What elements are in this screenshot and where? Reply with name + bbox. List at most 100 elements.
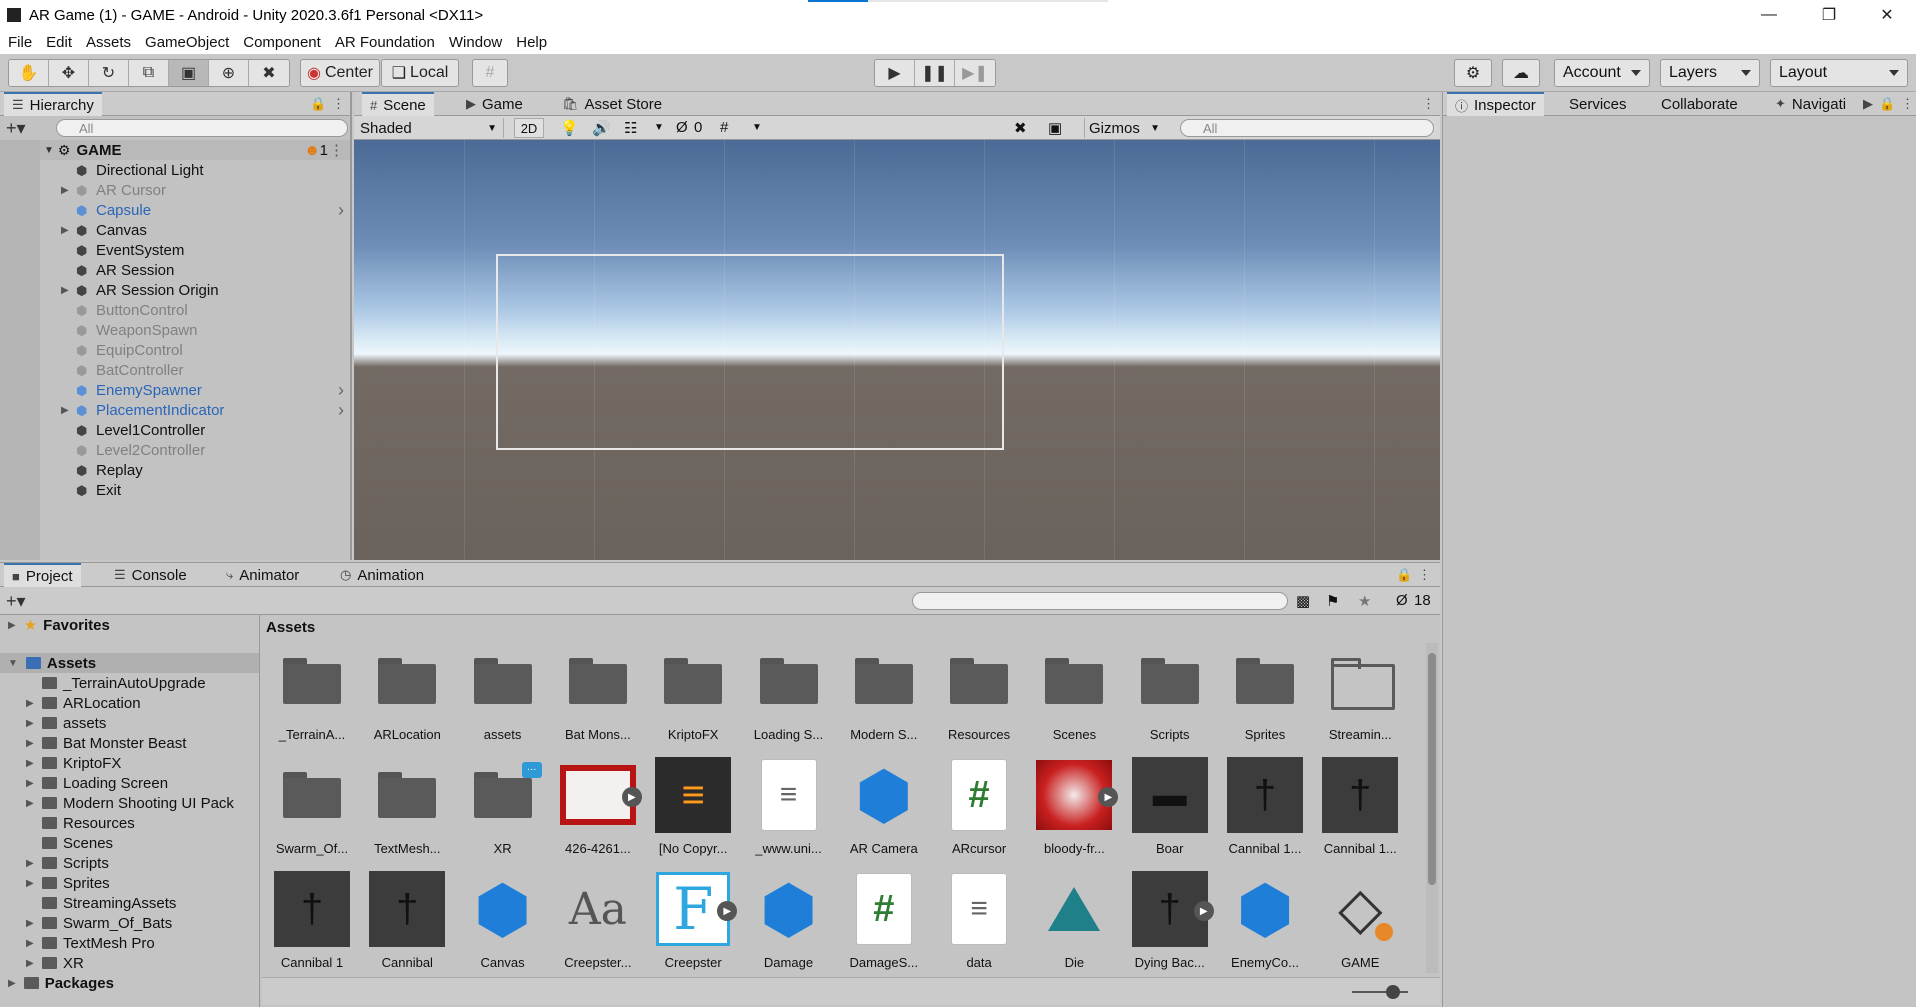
expand-icon[interactable]: ▶: [26, 878, 34, 889]
menu-ar-foundation[interactable]: AR Foundation: [335, 34, 435, 51]
rect-tool-icon[interactable]: ▣: [169, 60, 209, 86]
asset-item[interactable]: # DamageS...: [838, 871, 930, 977]
tab-animator[interactable]: ⤷ Animator: [218, 563, 307, 587]
expand-icon[interactable]: ▶: [61, 225, 69, 236]
expand-icon[interactable]: ▶: [26, 858, 34, 869]
packages-row[interactable]: ▶ Packages: [0, 973, 259, 993]
lock-icon[interactable]: 🔒: [1879, 96, 1895, 112]
hand-tool-icon[interactable]: ✋: [9, 60, 49, 86]
asset-item[interactable]: … XR: [457, 757, 549, 863]
hierarchy-item[interactable]: ⬢ BatController: [40, 360, 350, 380]
shading-dropdown[interactable]: Shaded ▼: [356, 118, 504, 138]
asset-item[interactable]: Streamin...: [1314, 643, 1406, 749]
effects-icon[interactable]: ☷: [624, 119, 637, 137]
custom-tool-icon[interactable]: ✖: [249, 60, 289, 86]
pivot-center-button[interactable]: ◉ Center: [300, 59, 380, 87]
panel-menu-icon[interactable]: ⋮: [1418, 567, 1431, 583]
hierarchy-item[interactable]: ▶ ⬢ AR Session Origin: [40, 280, 350, 300]
cloud-icon[interactable]: ☁: [1502, 59, 1540, 87]
asset-item[interactable]: † Cannibal 1...: [1314, 757, 1406, 863]
folder-tree-item[interactable]: ▶ Sprites: [0, 873, 259, 893]
folder-tree-item[interactable]: ▶ ARLocation: [0, 693, 259, 713]
collapse-icon[interactable]: ▼: [8, 658, 18, 669]
asset-item[interactable]: Die: [1028, 871, 1120, 977]
tab-services[interactable]: Services: [1561, 92, 1635, 116]
asset-item[interactable]: ≡ [No Copyr...: [647, 757, 739, 863]
hierarchy-search-input[interactable]: All: [56, 119, 348, 137]
asset-item[interactable]: ≡ _www.uni...: [743, 757, 835, 863]
folder-tree-item[interactable]: ▶ Scripts: [0, 853, 259, 873]
asset-item[interactable]: ⬢ Damage: [743, 871, 835, 977]
asset-item[interactable]: TextMesh...: [361, 757, 453, 863]
tab-navigation[interactable]: ✦ Navigati: [1767, 92, 1854, 116]
expand-icon[interactable]: ▶: [61, 285, 69, 296]
hierarchy-item[interactable]: ⬢ Level2Controller: [40, 440, 350, 460]
hierarchy-item[interactable]: ⬢ EnemySpawner ›: [40, 380, 350, 400]
grid-snap-button[interactable]: #: [472, 59, 508, 87]
add-object-button[interactable]: +▾: [6, 118, 26, 139]
effects-dropdown-icon[interactable]: ▼: [654, 122, 664, 133]
expand-icon[interactable]: ▶: [26, 778, 34, 789]
hierarchy-item[interactable]: ⬢ Replay: [40, 460, 350, 480]
folder-tree-item[interactable]: ▶ TextMesh Pro: [0, 933, 259, 953]
folder-tree-item[interactable]: ▶ KriptoFX: [0, 753, 259, 773]
tab-game[interactable]: ▶ Game: [458, 92, 531, 116]
expand-icon[interactable]: ▶: [26, 918, 34, 929]
mode-2d-button[interactable]: 2D: [514, 118, 544, 138]
asset-item[interactable]: Scripts: [1124, 643, 1216, 749]
expand-icon[interactable]: ▶: [61, 185, 69, 196]
breadcrumb-assets[interactable]: Assets: [266, 619, 315, 636]
asset-item[interactable]: KriptoFX: [647, 643, 739, 749]
asset-item[interactable]: F ▶ Creepster: [647, 871, 739, 977]
hierarchy-item[interactable]: ⬢ AR Session: [40, 260, 350, 280]
favorites-row[interactable]: ▶ ★ Favorites: [0, 615, 259, 635]
tab-collaborate[interactable]: Collaborate: [1653, 92, 1746, 116]
asset-item[interactable]: ◇ GAME: [1314, 871, 1406, 977]
asset-item[interactable]: ≡ data: [933, 871, 1025, 977]
folder-tree-item[interactable]: ▶ Swarm_Of_Bats: [0, 913, 259, 933]
tab-hierarchy[interactable]: ☰ Hierarchy: [4, 92, 102, 116]
hierarchy-item[interactable]: ⬢ WeaponSpawn: [40, 320, 350, 340]
expand-icon[interactable]: ▶: [26, 718, 34, 729]
asset-item[interactable]: ⬢ EnemyCo...: [1219, 871, 1311, 977]
open-prefab-icon[interactable]: ›: [338, 380, 344, 401]
play-preview-icon[interactable]: ▶: [621, 787, 642, 807]
asset-item[interactable]: Scenes: [1028, 643, 1120, 749]
expand-icon[interactable]: ▶: [26, 738, 34, 749]
camera-icon[interactable]: ▣: [1048, 119, 1062, 137]
scene-viewport[interactable]: [354, 140, 1440, 560]
minimize-icon[interactable]: —: [1740, 0, 1798, 30]
asset-item[interactable]: ▬ Boar: [1124, 757, 1216, 863]
asset-item[interactable]: ▶ bloody-fr...: [1028, 757, 1120, 863]
favorite-star-icon[interactable]: ★: [1358, 592, 1371, 610]
menu-help[interactable]: Help: [516, 34, 547, 51]
grid-dropdown-icon[interactable]: ▼: [752, 122, 762, 133]
play-preview-icon[interactable]: ▶: [717, 901, 738, 921]
lock-icon[interactable]: 🔒: [310, 96, 326, 112]
close-icon[interactable]: ✕: [1858, 0, 1916, 30]
folder-tree-item[interactable]: ▶ Modern Shooting UI Pack: [0, 793, 259, 813]
asset-item[interactable]: † Cannibal 1: [266, 871, 358, 977]
layout-dropdown[interactable]: Layout: [1770, 59, 1908, 87]
hierarchy-item[interactable]: ⬢ EquipControl: [40, 340, 350, 360]
pause-icon[interactable]: ❚❚: [915, 60, 955, 86]
expand-icon[interactable]: ▶: [8, 978, 16, 989]
menu-window[interactable]: Window: [449, 34, 502, 51]
account-dropdown[interactable]: Account: [1554, 59, 1650, 87]
expand-icon[interactable]: ▼: [44, 145, 54, 156]
panel-menu-icon[interactable]: ⋮: [1901, 96, 1914, 112]
layers-dropdown[interactable]: Layers: [1660, 59, 1760, 87]
hierarchy-item[interactable]: ⬢ ButtonControl: [40, 300, 350, 320]
hierarchy-item[interactable]: ▶ ⬢ AR Cursor: [40, 180, 350, 200]
transform-tool-icon[interactable]: ⊕: [209, 60, 249, 86]
expand-icon[interactable]: ▶: [26, 938, 34, 949]
folder-tree-item[interactable]: ▶ assets: [0, 713, 259, 733]
scrollbar-thumb[interactable]: [1428, 653, 1436, 885]
lighting-icon[interactable]: 💡: [560, 119, 579, 137]
step-icon[interactable]: ▶❚: [955, 60, 995, 86]
hidden-packages-icon[interactable]: Ø: [1396, 592, 1408, 609]
folder-tree-item[interactable]: ▶ Loading Screen: [0, 773, 259, 793]
hierarchy-item[interactable]: ⬢ Level1Controller: [40, 420, 350, 440]
tools-icon[interactable]: ✖: [1014, 119, 1027, 137]
menu-component[interactable]: Component: [243, 34, 321, 51]
